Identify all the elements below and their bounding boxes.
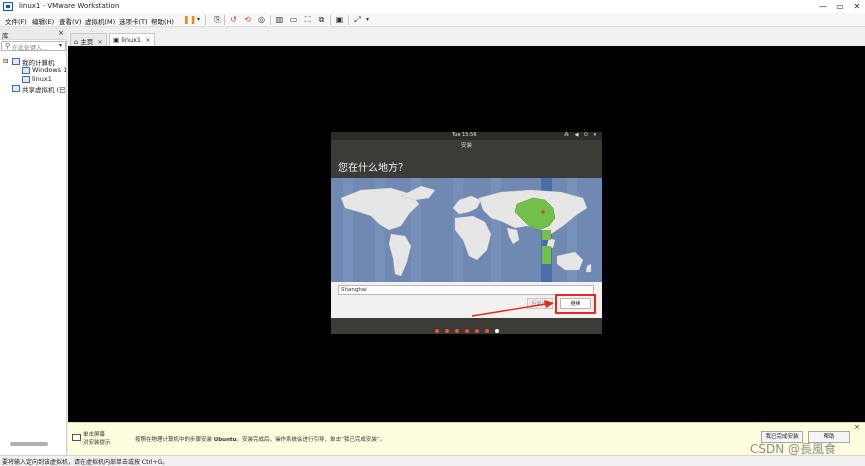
hint-left-line2: 对安装	[83, 440, 100, 446]
timezone-map[interactable]	[331, 178, 602, 282]
world-map-image[interactable]	[331, 178, 602, 282]
status-text: 要将输入定向到该虚拟机，请在虚拟机内部单击或按 Ctrl+G。	[2, 459, 169, 466]
vm-tab-icon: ▣	[113, 36, 122, 44]
tree-item-shared-vms[interactable]: 共享虚拟机 (已弃	[22, 84, 66, 94]
annotation-highlight-box	[555, 294, 596, 314]
maximize-button[interactable]: ▭	[834, 1, 846, 12]
tree-collapse-icon[interactable]: ⊟	[3, 57, 8, 65]
progress-dot	[495, 329, 499, 333]
toolbar-separator	[224, 15, 225, 25]
progress-dot	[465, 329, 469, 333]
annotation-arrow-icon	[471, 300, 554, 317]
stretch-dropdown-icon[interactable]: ▾	[362, 15, 373, 25]
send-keys-icon[interactable]: ⎘	[212, 15, 223, 25]
chevron-down-icon[interactable]: ▾	[59, 42, 62, 49]
hint-message-prefix: 按照在物理计算机中的步骤安装	[135, 437, 213, 443]
library-close-button[interactable]: ×	[58, 29, 64, 37]
tab-home-label: 主页	[80, 38, 94, 46]
vm-running-icon	[22, 76, 30, 83]
tab-bar: ⌂ 主页 × ▣ linux1 ×	[68, 31, 865, 46]
menu-bar: 文件(F) 编辑(E) 查看(V) 虚拟机(M) 选项卡(T) 帮助(H) ❚❚…	[0, 13, 865, 27]
menu-edit[interactable]: 编辑(E)	[32, 16, 54, 26]
library-search-input[interactable]: ⚲ 在此处键入... ▾	[1, 41, 66, 52]
library-title: 库	[2, 32, 9, 40]
tab-home-close-icon[interactable]: ×	[97, 38, 102, 46]
progress-dot	[445, 329, 449, 333]
tab-linux1-label: linux1	[121, 36, 142, 44]
menu-file[interactable]: 文件(F)	[5, 16, 27, 26]
library-search-placeholder: 在此处键入...	[12, 45, 48, 52]
system-tray-icons[interactable]: ⁂ ◀ ⏻ ▾	[564, 132, 598, 138]
toolbar-separator	[348, 15, 349, 25]
revert-snapshot-icon[interactable]: ⟲	[242, 15, 253, 25]
unity-icon[interactable]: ⧉	[316, 15, 327, 25]
minimize-button[interactable]: —	[817, 1, 829, 12]
snapshot-manager-icon[interactable]: ◎	[256, 15, 267, 25]
installer-window-title: 安装	[460, 143, 472, 149]
hint-left-text: 单击屏幕 对安装提示	[83, 431, 131, 447]
computer-icon	[12, 58, 20, 65]
progress-dot	[485, 329, 489, 333]
snapshot-icon[interactable]: ↺	[228, 15, 239, 25]
hint-message: 按照在物理计算机中的步骤安装 Ubuntu。安装完成后，操作系统会进行引导，单击…	[135, 435, 385, 443]
installer-heading: 您在什么地方？	[338, 163, 408, 174]
close-button[interactable]: ✕	[851, 1, 863, 12]
hint-left-line1: 单击屏幕	[83, 432, 106, 438]
menu-help[interactable]: 帮助(H)	[151, 16, 174, 26]
tab-linux1[interactable]: ▣ linux1 ×	[109, 33, 155, 46]
install-hint-bar: 单击屏幕 对安装提示 按照在物理计算机中的步骤安装 Ubuntu。安装完成后，操…	[68, 422, 865, 455]
show-library-icon[interactable]: ▥	[274, 15, 285, 25]
menu-tabs[interactable]: 选项卡(T)	[119, 16, 148, 26]
toolbar-separator	[330, 15, 331, 25]
tree-item-linux[interactable]: linux1	[32, 75, 66, 83]
tab-linux1-close-icon[interactable]: ×	[145, 36, 150, 44]
toolbar-separator	[205, 15, 206, 25]
progress-dot	[475, 329, 479, 333]
hint-message-os: Ubuntu	[213, 437, 237, 443]
vmware-logo-icon	[3, 2, 13, 11]
progress-dot	[455, 329, 459, 333]
vmware-window: linux1 - VMware Workstation — ▭ ✕ 文件(F) …	[0, 0, 865, 466]
title-bar: linux1 - VMware Workstation — ▭ ✕	[0, 0, 865, 13]
console-icon[interactable]: ▣	[334, 15, 345, 25]
tab-home[interactable]: ⌂ 主页 ×	[70, 33, 107, 46]
fullscreen-icon[interactable]: ⛶	[302, 15, 313, 25]
search-icon: ⚲	[5, 42, 11, 50]
vm-icon	[22, 67, 30, 74]
window-title: linux1 - VMware Workstation	[19, 2, 120, 10]
thumbnail-icon[interactable]: ▭	[288, 15, 299, 25]
monitor-icon	[72, 434, 81, 441]
pause-dropdown-icon[interactable]: ▾	[193, 15, 204, 25]
library-header: 库 ×	[0, 28, 67, 40]
menu-view[interactable]: 查看(V)	[59, 16, 82, 26]
clock: Tue 15:56	[452, 132, 477, 138]
library-panel: 库 × ⚲ 在此处键入... ▾ ⊟ 我的计算机 Windows 10 linu…	[0, 28, 67, 455]
progress-dot	[435, 329, 439, 333]
ubuntu-top-panel: Tue 15:56 ⁂ ◀ ⏻ ▾	[331, 132, 602, 140]
hint-message-suffix: 。安装完成后，操作系统会进行引导，单击“我已完成安装”。	[236, 437, 386, 443]
shared-vm-icon	[12, 85, 20, 92]
status-bar: 要将输入定向到该虚拟机，请在虚拟机内部单击或按 Ctrl+G。	[0, 455, 865, 466]
hint-left-line3: 提示	[99, 440, 111, 446]
library-scrollbar[interactable]	[10, 442, 48, 446]
hint-close-button[interactable]: ×	[854, 423, 860, 431]
toolbar-separator	[270, 15, 271, 25]
tree-item-windows[interactable]: Windows 10	[32, 66, 66, 74]
menu-vm[interactable]: 虚拟机(M)	[85, 16, 115, 26]
